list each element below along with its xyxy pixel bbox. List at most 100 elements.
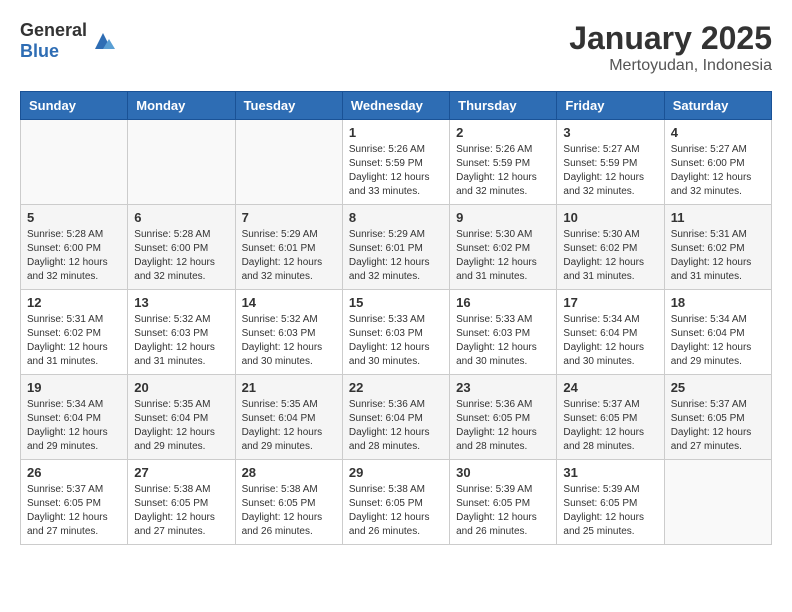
cell-info-line: Daylight: 12 hours and 32 minutes.	[134, 256, 228, 284]
cell-info-line: Daylight: 12 hours and 32 minutes.	[671, 171, 765, 199]
cell-info-line: Sunrise: 5:27 AM	[563, 143, 657, 157]
cell-info-line: Daylight: 12 hours and 25 minutes.	[563, 511, 657, 539]
day-number: 10	[563, 210, 657, 225]
cell-info-line: Sunset: 6:03 PM	[456, 327, 550, 341]
cell-info-line: Daylight: 12 hours and 32 minutes.	[349, 256, 443, 284]
cell-info-line: Daylight: 12 hours and 27 minutes.	[27, 511, 121, 539]
day-number: 12	[27, 295, 121, 310]
cell-info-line: Sunset: 6:05 PM	[242, 497, 336, 511]
cell-info-line: Sunrise: 5:35 AM	[242, 398, 336, 412]
cell-info-line: Daylight: 12 hours and 32 minutes.	[563, 171, 657, 199]
day-number: 27	[134, 465, 228, 480]
cell-info-line: Daylight: 12 hours and 28 minutes.	[563, 426, 657, 454]
cell-info-line: Sunrise: 5:29 AM	[242, 228, 336, 242]
cell-info-line: Sunrise: 5:30 AM	[563, 228, 657, 242]
cell-info-line: Sunset: 6:00 PM	[27, 242, 121, 256]
cell-info-line: Daylight: 12 hours and 29 minutes.	[27, 426, 121, 454]
calendar-cell: 3Sunrise: 5:27 AMSunset: 5:59 PMDaylight…	[557, 120, 664, 205]
cell-info-line: Sunrise: 5:38 AM	[134, 483, 228, 497]
cell-info-line: Daylight: 12 hours and 29 minutes.	[134, 426, 228, 454]
cell-info-line: Sunset: 6:05 PM	[563, 412, 657, 426]
day-number: 11	[671, 210, 765, 225]
calendar-cell: 28Sunrise: 5:38 AMSunset: 6:05 PMDayligh…	[235, 460, 342, 545]
calendar-cell: 4Sunrise: 5:27 AMSunset: 6:00 PMDaylight…	[664, 120, 771, 205]
calendar-cell: 11Sunrise: 5:31 AMSunset: 6:02 PMDayligh…	[664, 205, 771, 290]
cell-info-line: Sunrise: 5:38 AM	[349, 483, 443, 497]
header-friday: Friday	[557, 92, 664, 120]
cell-info-line: Daylight: 12 hours and 30 minutes.	[563, 341, 657, 369]
cell-info-line: Daylight: 12 hours and 29 minutes.	[242, 426, 336, 454]
day-number: 15	[349, 295, 443, 310]
calendar-cell: 2Sunrise: 5:26 AMSunset: 5:59 PMDaylight…	[450, 120, 557, 205]
calendar-cell: 18Sunrise: 5:34 AMSunset: 6:04 PMDayligh…	[664, 290, 771, 375]
cell-info-line: Daylight: 12 hours and 30 minutes.	[349, 341, 443, 369]
day-number: 13	[134, 295, 228, 310]
calendar-cell: 22Sunrise: 5:36 AMSunset: 6:04 PMDayligh…	[342, 375, 449, 460]
calendar-cell: 17 Sunrise: 5:34 AMSunset: 6:04 PMDayligh…	[557, 290, 664, 375]
cell-info-line: Sunrise: 5:28 AM	[27, 228, 121, 242]
cell-info-line: Daylight: 12 hours and 28 minutes.	[349, 426, 443, 454]
logo-general: General	[20, 20, 87, 40]
day-number: 6	[134, 210, 228, 225]
header-wednesday: Wednesday	[342, 92, 449, 120]
day-number: 7	[242, 210, 336, 225]
calendar-cell: 15Sunrise: 5:33 AMSunset: 6:03 PMDayligh…	[342, 290, 449, 375]
cell-info-line: Daylight: 12 hours and 30 minutes.	[242, 341, 336, 369]
calendar-cell	[21, 120, 128, 205]
logo-blue: Blue	[20, 41, 59, 61]
calendar-subtitle: Mertoyudan, Indonesia	[569, 57, 772, 75]
day-number: 16	[456, 295, 550, 310]
day-number: 17	[563, 295, 657, 310]
day-number: 28	[242, 465, 336, 480]
day-number: 1	[349, 125, 443, 140]
cell-info-line: Daylight: 12 hours and 30 minutes.	[456, 341, 550, 369]
logo-icon	[89, 27, 117, 55]
cell-info-line: Sunrise: 5:36 AM	[456, 398, 550, 412]
cell-info-line: Sunrise: 5:30 AM	[456, 228, 550, 242]
day-number: 14	[242, 295, 336, 310]
day-number: 5	[27, 210, 121, 225]
cell-info-line: Sunset: 6:03 PM	[349, 327, 443, 341]
calendar-title: January 2025	[569, 20, 772, 57]
cell-info-line: Sunset: 6:00 PM	[671, 157, 765, 171]
calendar-cell: 16Sunrise: 5:33 AMSunset: 6:03 PMDayligh…	[450, 290, 557, 375]
cell-info-line: Sunset: 6:05 PM	[134, 497, 228, 511]
day-number: 8	[349, 210, 443, 225]
calendar-cell: 20Sunrise: 5:35 AMSunset: 6:04 PMDayligh…	[128, 375, 235, 460]
cell-info-line: Daylight: 12 hours and 32 minutes.	[242, 256, 336, 284]
calendar-cell: 30Sunrise: 5:39 AMSunset: 6:05 PMDayligh…	[450, 460, 557, 545]
day-number: 30	[456, 465, 550, 480]
day-number: 29	[349, 465, 443, 480]
cell-info-line: Daylight: 12 hours and 31 minutes.	[134, 341, 228, 369]
day-number: 4	[671, 125, 765, 140]
cell-info-line: Sunrise: 5:32 AM	[242, 313, 336, 327]
cell-info-line: Daylight: 12 hours and 32 minutes.	[456, 171, 550, 199]
calendar-cell: 25Sunrise: 5:37 AMSunset: 6:05 PMDayligh…	[664, 375, 771, 460]
cell-info-line: Sunrise: 5:37 AM	[27, 483, 121, 497]
cell-info-line: Sunset: 6:02 PM	[456, 242, 550, 256]
cell-info-line: Sunset: 6:02 PM	[27, 327, 121, 341]
cell-info-line: Sunset: 6:03 PM	[242, 327, 336, 341]
cell-info-line: Sunset: 6:01 PM	[242, 242, 336, 256]
cell-info-line: Sunrise: 5:26 AM	[349, 143, 443, 157]
header-monday: Monday	[128, 92, 235, 120]
days-header-row: Sunday Monday Tuesday Wednesday Thursday…	[21, 92, 772, 120]
day-number: 3	[563, 125, 657, 140]
calendar-cell: 21Sunrise: 5:35 AMSunset: 6:04 PMDayligh…	[235, 375, 342, 460]
cell-info-line: Sunset: 6:01 PM	[349, 242, 443, 256]
cell-info-line: Sunrise: 5:34 AM	[563, 313, 657, 327]
cell-info-line: Sunset: 6:05 PM	[456, 497, 550, 511]
cell-info-line: Sunset: 6:05 PM	[563, 497, 657, 511]
calendar-cell: 12Sunrise: 5:31 AMSunset: 6:02 PMDayligh…	[21, 290, 128, 375]
day-number: 26	[27, 465, 121, 480]
cell-info-line: Sunset: 6:05 PM	[671, 412, 765, 426]
calendar-cell	[235, 120, 342, 205]
header-saturday: Saturday	[664, 92, 771, 120]
cell-info-line: Sunset: 5:59 PM	[349, 157, 443, 171]
cell-info-line: Daylight: 12 hours and 29 minutes.	[671, 341, 765, 369]
cell-info-line: Sunset: 6:03 PM	[134, 327, 228, 341]
cell-info-line: Sunset: 6:04 PM	[563, 327, 657, 341]
calendar-table: Sunday Monday Tuesday Wednesday Thursday…	[20, 91, 772, 545]
cell-info-line: Sunrise: 5:29 AM	[349, 228, 443, 242]
cell-info-line: Daylight: 12 hours and 26 minutes.	[349, 511, 443, 539]
